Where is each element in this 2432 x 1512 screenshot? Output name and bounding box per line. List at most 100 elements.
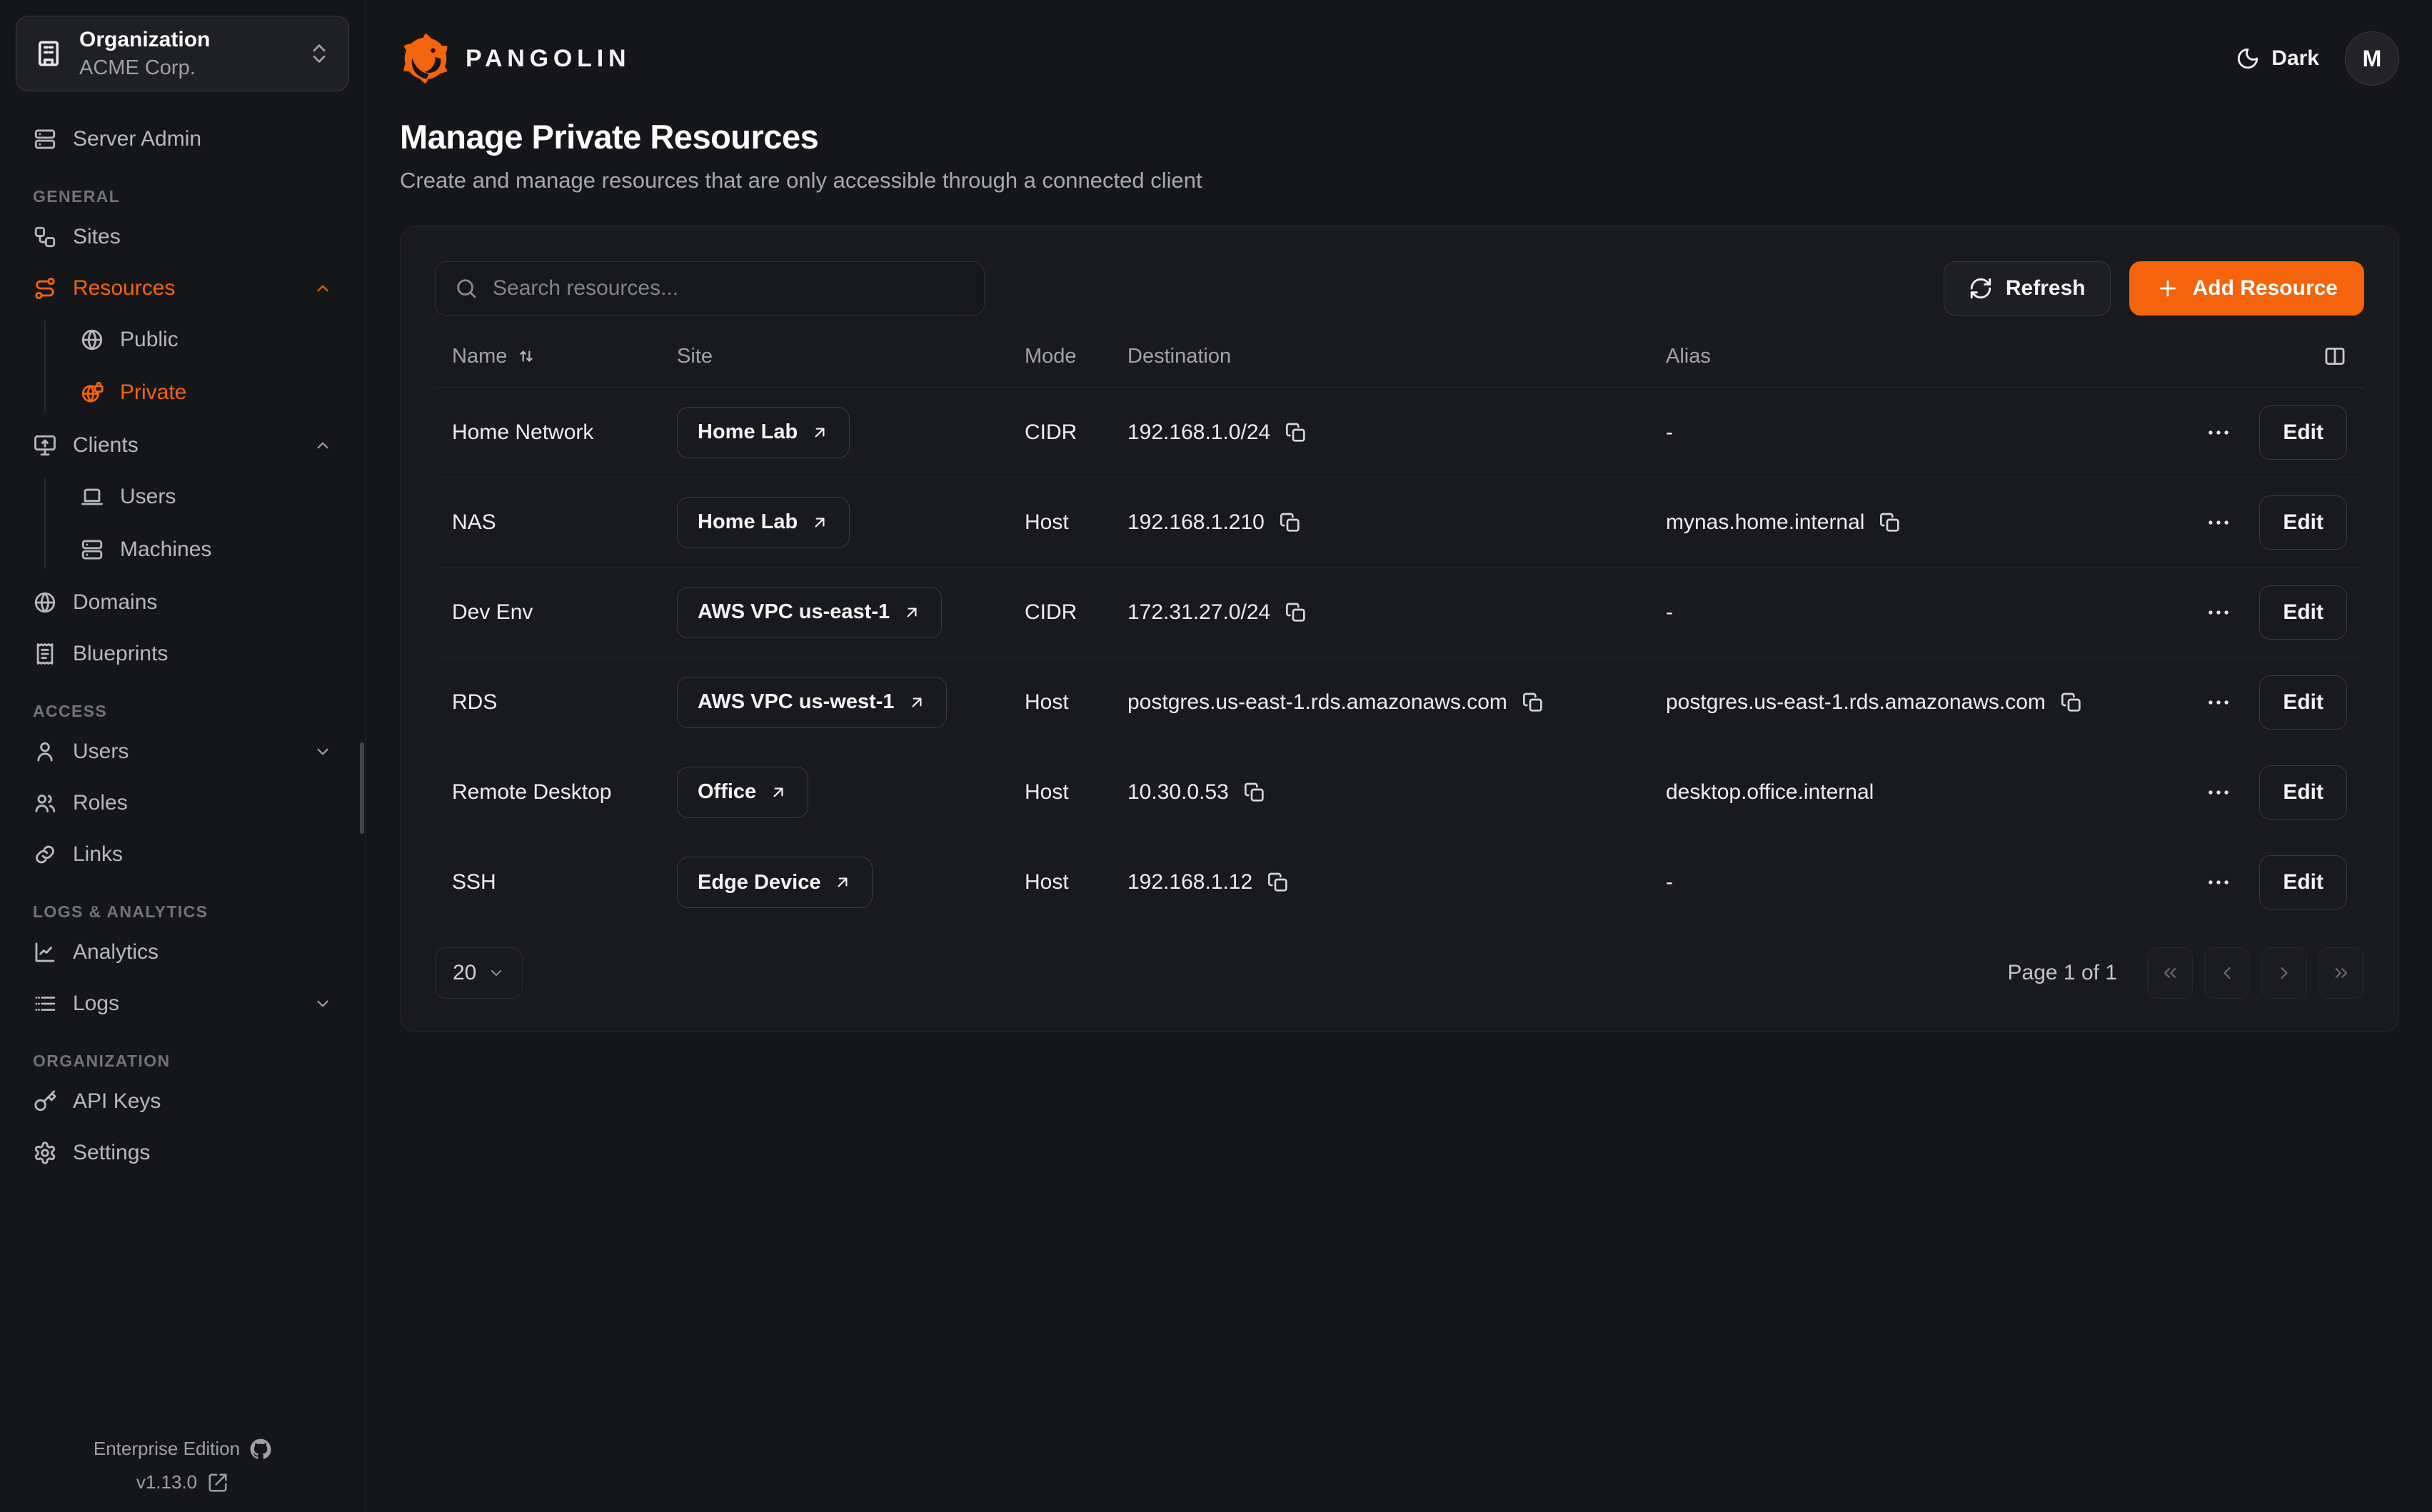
server-icon (80, 538, 104, 562)
avatar-button[interactable]: M (2345, 31, 2399, 86)
chevrons-left-icon (2160, 963, 2180, 983)
row-menu-button[interactable] (2205, 779, 2232, 806)
copy-destination-button[interactable] (1285, 601, 1307, 624)
sidebar-item-api-keys[interactable]: API Keys (16, 1082, 349, 1121)
site-link-button[interactable]: Office (677, 767, 808, 818)
copy-destination-button[interactable] (1285, 421, 1307, 444)
topbar: PANGOLIN Dark M (400, 31, 2399, 86)
resource-alias: - (1666, 870, 1673, 894)
sidebar-item-label: Users (120, 485, 176, 509)
sort-button[interactable] (517, 347, 536, 366)
sidebar-item-links[interactable]: Links (16, 835, 349, 874)
sidebar-nav: Server AdminGENERALSitesResourcesPublicP… (16, 120, 349, 1172)
sidebar: Organization ACME Corp. Server AdminGENE… (0, 0, 366, 1512)
copy-alias-button[interactable] (1879, 511, 1901, 534)
site-link-button[interactable]: Home Lab (677, 407, 850, 458)
copy-destination-button[interactable] (1522, 691, 1544, 714)
last-page-button[interactable] (2318, 947, 2364, 999)
sidebar-item-server-admin[interactable]: Server Admin (16, 120, 349, 158)
org-selector[interactable]: Organization ACME Corp. (16, 16, 349, 91)
next-page-button[interactable] (2261, 947, 2307, 999)
row-menu-button[interactable] (2205, 509, 2232, 536)
edit-button[interactable]: Edit (2259, 765, 2347, 820)
sidebar-item-label: Private (120, 380, 186, 405)
list-icon (33, 992, 57, 1016)
user-icon (33, 740, 57, 764)
search-input[interactable] (493, 276, 965, 301)
sidebar-item-label: API Keys (73, 1089, 161, 1114)
arrow-up-right-icon (810, 513, 829, 532)
site-name: AWS VPC us-west-1 (698, 690, 895, 714)
chevrons-right-icon (2331, 963, 2351, 983)
edit-button[interactable]: Edit (2259, 585, 2347, 640)
site-name: Home Lab (698, 510, 798, 534)
row-menu-button[interactable] (2205, 599, 2232, 626)
copy-icon (1267, 871, 1290, 894)
page-subtitle: Create and manage resources that are onl… (400, 168, 2399, 193)
add-resource-button[interactable]: Add Resource (2129, 261, 2364, 316)
arrow-up-down-icon (517, 347, 536, 366)
refresh-button[interactable]: Refresh (1944, 261, 2111, 316)
sidebar-item-label: Links (73, 842, 123, 867)
sidebar-item-sites[interactable]: Sites (16, 218, 349, 256)
edit-button[interactable]: Edit (2259, 855, 2347, 909)
version-link[interactable]: v1.13.0 (0, 1471, 365, 1493)
sidebar-item-label: Blueprints (73, 642, 168, 666)
sidebar-item-machines[interactable]: Machines (63, 530, 349, 569)
resource-name: Dev Env (452, 600, 533, 625)
copy-destination-button[interactable] (1267, 871, 1290, 894)
sidebar-item-private[interactable]: Private (63, 373, 349, 412)
sidebar-scrollbar[interactable] (360, 742, 364, 834)
prev-page-button[interactable] (2204, 947, 2250, 999)
column-alias: Alias (1666, 345, 1711, 368)
copy-alias-button[interactable] (2060, 691, 2083, 714)
chevron-down-icon (313, 994, 332, 1013)
avatar-initial: M (2363, 46, 2382, 71)
columns-toggle-button[interactable] (2323, 344, 2347, 368)
sidebar-item-domains[interactable]: Domains (16, 583, 349, 622)
sidebar-item-roles[interactable]: Roles (16, 784, 349, 822)
sidebar-item-analytics[interactable]: Analytics (16, 933, 349, 972)
sidebar-item-label: Machines (120, 538, 211, 562)
resource-alias: - (1666, 420, 1673, 445)
row-menu-button[interactable] (2205, 869, 2232, 896)
sidebar-item-logs[interactable]: Logs (16, 984, 349, 1023)
site-link-button[interactable]: AWS VPC us-west-1 (677, 677, 947, 728)
site-link-button[interactable]: AWS VPC us-east-1 (677, 587, 942, 638)
copy-icon (1285, 421, 1307, 444)
resource-name: NAS (452, 510, 496, 535)
resource-name: Home Network (452, 420, 593, 445)
moon-icon (2236, 46, 2260, 71)
edit-button[interactable]: Edit (2259, 405, 2347, 460)
resource-destination: postgres.us-east-1.rds.amazonaws.com (1127, 690, 1507, 715)
sidebar-item-clients[interactable]: Clients (16, 426, 349, 465)
site-link-button[interactable]: Edge Device (677, 857, 873, 908)
edit-button[interactable]: Edit (2259, 495, 2347, 550)
sidebar-item-users[interactable]: Users (63, 478, 349, 516)
globe-lock-icon (80, 380, 104, 405)
page-title: Manage Private Resources (400, 117, 2399, 156)
theme-toggle-button[interactable]: Dark (2236, 46, 2319, 71)
chevron-up-icon (313, 279, 332, 298)
sidebar-item-users[interactable]: Users (16, 732, 349, 771)
app-window: Organization ACME Corp. Server AdminGENE… (0, 0, 2432, 1512)
sidebar-item-public[interactable]: Public (63, 321, 349, 359)
sidebar-item-blueprints[interactable]: Blueprints (16, 635, 349, 673)
edit-button[interactable]: Edit (2259, 675, 2347, 730)
receipt-icon (33, 642, 57, 666)
arrow-up-right-icon (769, 783, 788, 802)
sidebar-item-label: Users (73, 740, 129, 764)
copy-destination-button[interactable] (1243, 781, 1266, 804)
edition-link[interactable]: Enterprise Edition (0, 1438, 365, 1460)
page-size-select[interactable]: 20 (435, 947, 523, 999)
row-menu-button[interactable] (2205, 419, 2232, 446)
resource-mode: Host (1025, 870, 1069, 894)
sidebar-item-settings[interactable]: Settings (16, 1134, 349, 1172)
site-link-button[interactable]: Home Lab (677, 497, 850, 548)
first-page-button[interactable] (2147, 947, 2193, 999)
copy-destination-button[interactable] (1279, 511, 1302, 534)
site-name: Edge Device (698, 871, 820, 894)
row-menu-button[interactable] (2205, 689, 2232, 716)
sidebar-item-resources[interactable]: Resources (16, 269, 349, 308)
table-body: Home NetworkHome LabCIDR192.168.1.0/24-E… (435, 388, 2364, 927)
